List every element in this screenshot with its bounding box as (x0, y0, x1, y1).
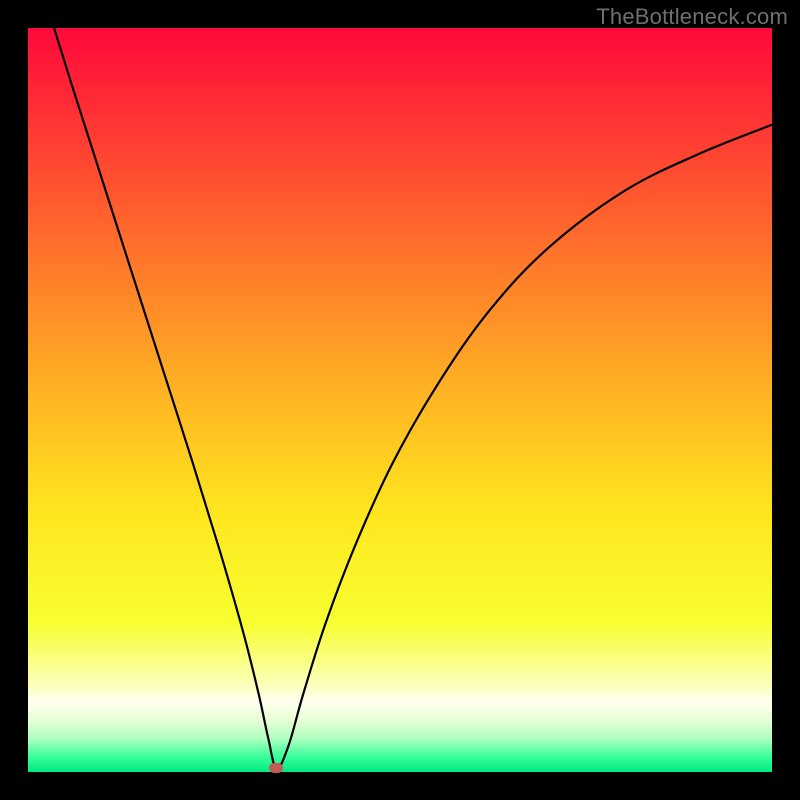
curve-path (54, 28, 772, 768)
plot-frame (28, 28, 772, 772)
watermark-label: TheBottleneck.com (596, 4, 788, 30)
bottleneck-curve (28, 28, 772, 772)
minimum-marker (269, 763, 283, 773)
